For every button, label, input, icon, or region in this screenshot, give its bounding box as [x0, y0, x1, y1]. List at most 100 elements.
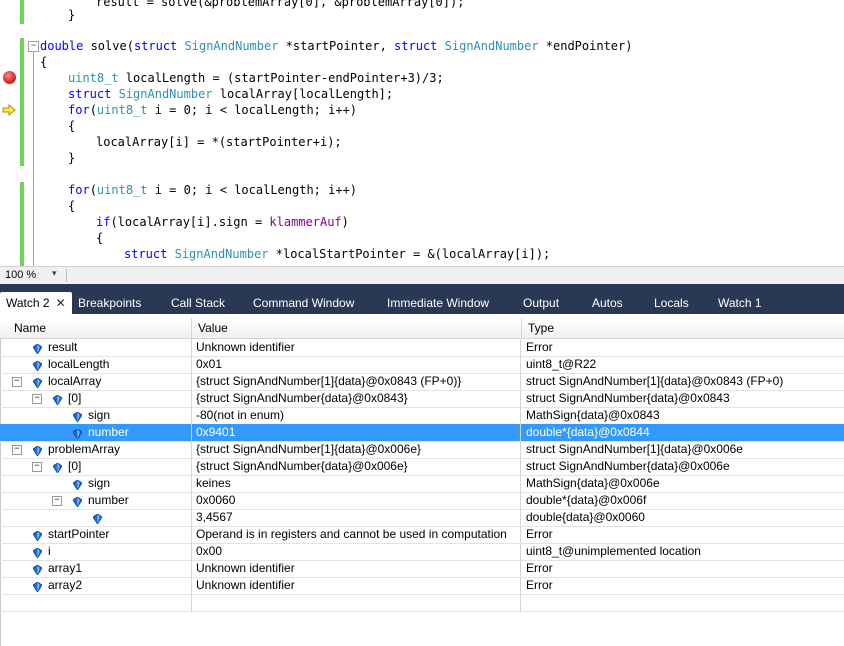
watch-name-cell[interactable]: number: [0, 424, 192, 441]
column-header-value[interactable]: Value: [192, 318, 522, 338]
tab-locals[interactable]: Locals: [648, 292, 695, 314]
watch-row[interactable]: 3,4567 double{data}@0x0060: [0, 509, 844, 527]
code-token: {: [68, 119, 76, 133]
watch-row[interactable]: sign keines MathSign{data}@0x006e: [0, 475, 844, 493]
watch-value-cell[interactable]: Unknown identifier: [192, 577, 521, 594]
watch-name-cell[interactable]: sign: [0, 407, 192, 424]
watch-name-cell[interactable]: − localArray: [0, 373, 192, 390]
variable-icon: [32, 444, 43, 457]
collapse-icon[interactable]: −: [12, 377, 22, 387]
watch-value-cell[interactable]: 3,4567: [192, 509, 521, 526]
variable-name: array1: [48, 561, 83, 575]
code-line[interactable]: double solve(struct SignAndNumber *start…: [40, 38, 632, 54]
watch-value-cell[interactable]: [192, 594, 521, 611]
code-line[interactable]: localArray[i] = *(startPointer+i);: [96, 134, 342, 150]
watch-name-cell[interactable]: result: [0, 339, 192, 356]
watch-name-cell[interactable]: − number: [0, 492, 192, 509]
variable-icon: [72, 427, 83, 440]
watch-row[interactable]: localLength 0x01 uint8_t@R22: [0, 356, 844, 374]
collapse-outline-icon[interactable]: −: [28, 41, 39, 52]
watch-row[interactable]: − problemArray {struct SignAndNumber[1]{da…: [0, 441, 844, 459]
watch-value-cell[interactable]: {struct SignAndNumber[1]{data}@0x006e}: [192, 441, 521, 458]
watch-name-cell[interactable]: − problemArray: [0, 441, 192, 458]
watch-row[interactable]: startPointer Operand is in registers and …: [0, 526, 844, 544]
watch-value-cell[interactable]: {struct SignAndNumber{data}@0x0843}: [192, 390, 521, 407]
code-line[interactable]: {: [68, 118, 75, 134]
watch-value-cell[interactable]: -80(not in enum): [192, 407, 521, 424]
tab-call-stack[interactable]: Call Stack: [165, 292, 231, 314]
code-line[interactable]: struct SignAndNumber *localStartPointer …: [124, 246, 550, 262]
collapse-icon[interactable]: −: [32, 394, 42, 404]
watch-name-cell[interactable]: [0, 594, 192, 611]
code-line[interactable]: struct SignAndNumber localArray[localLen…: [68, 86, 393, 102]
code-line[interactable]: uint8_t localLength = (startPointer-endP…: [68, 70, 444, 86]
watch-row[interactable]: array1 Unknown identifier Error: [0, 560, 844, 578]
watch-name-cell[interactable]: array1: [0, 560, 192, 577]
watch-row[interactable]: result Unknown identifier Error: [0, 339, 844, 357]
watch-name-cell[interactable]: − [0]: [0, 458, 192, 475]
watch-row[interactable]: − [0] {struct SignAndNumber{data}@0x006e} s…: [0, 458, 844, 476]
code-line[interactable]: {: [40, 54, 47, 70]
watch-row[interactable]: − number 0x0060 double*{data}@0x006f: [0, 492, 844, 510]
breakpoint-icon[interactable]: [3, 71, 16, 84]
watch-row[interactable]: i 0x00 uint8_t@unimplemented location: [0, 543, 844, 561]
watch-value-cell[interactable]: Unknown identifier: [192, 339, 521, 356]
code-line[interactable]: for(uint8_t i = 0; i < localLength; i++): [68, 182, 357, 198]
tab-output[interactable]: Output: [517, 292, 565, 314]
code-line[interactable]: if(localArray[i].sign = klammerAuf): [96, 214, 349, 230]
code-line[interactable]: {: [68, 198, 75, 214]
watch-name-cell[interactable]: i: [0, 543, 192, 560]
tab-watch-1[interactable]: Watch 1: [712, 292, 768, 314]
tab-command-window[interactable]: Command Window: [247, 292, 360, 314]
watch-row[interactable]: − [0] {struct SignAndNumber{data}@0x0843} s…: [0, 390, 844, 408]
watch-name-cell[interactable]: sign: [0, 475, 192, 492]
code-editor[interactable]: − result = solve(&problemArray[0], &prob…: [0, 0, 844, 266]
watch-value-cell[interactable]: {struct SignAndNumber[1]{data}@0x0843 (F…: [192, 373, 521, 390]
watch-row[interactable]: array2 Unknown identifier Error: [0, 577, 844, 595]
code-line[interactable]: {: [96, 230, 103, 246]
watch-value-cell[interactable]: 0x00: [192, 543, 521, 560]
watch-name-cell[interactable]: array2: [0, 577, 192, 594]
editor-gutter[interactable]: [0, 0, 20, 266]
watch-name-cell[interactable]: − [0]: [0, 390, 192, 407]
code-line[interactable]: for(uint8_t i = 0; i < localLength; i++): [68, 102, 357, 118]
tab-watch-2[interactable]: Watch 2 ✕: [0, 292, 72, 314]
watch-name-cell[interactable]: localLength: [0, 356, 192, 373]
watch-row[interactable]: number 0x9401 double*{data}@0x0844: [0, 424, 844, 442]
code-line[interactable]: result = solve(&problemArray[0], &proble…: [96, 0, 464, 10]
collapse-icon[interactable]: −: [32, 462, 42, 472]
variable-name: [0]: [68, 391, 82, 405]
watch-name-cell[interactable]: [0, 509, 192, 526]
close-tab-icon[interactable]: ✕: [56, 292, 66, 314]
watch-row[interactable]: sign -80(not in enum) MathSign{data}@0x084…: [0, 407, 844, 425]
code-token: struct: [394, 39, 438, 53]
variable-name: localLength: [48, 357, 110, 371]
watch-row[interactable]: [0, 594, 844, 612]
watch-grid[interactable]: Name Value Type result Unknown identifier…: [0, 314, 844, 646]
code-line[interactable]: }: [68, 150, 75, 166]
tab-immediate-window[interactable]: Immediate Window: [381, 292, 495, 314]
watch-value-cell[interactable]: Operand is in registers and cannot be us…: [192, 526, 521, 543]
watch-value-cell[interactable]: 0x0060: [192, 492, 521, 509]
tab-breakpoints[interactable]: Breakpoints: [72, 292, 147, 314]
watch-value-cell[interactable]: 0x01: [192, 356, 521, 373]
tab-autos[interactable]: Autos: [586, 292, 629, 314]
zoom-dropdown-icon[interactable]: ▾: [52, 268, 57, 279]
collapse-icon[interactable]: −: [52, 496, 62, 506]
column-header-name[interactable]: Name: [8, 318, 192, 338]
collapse-icon[interactable]: −: [12, 445, 22, 455]
zoom-level[interactable]: 100 %: [5, 269, 36, 281]
watch-name-cell[interactable]: startPointer: [0, 526, 192, 543]
code-token: {: [96, 231, 104, 245]
code-token: localArray[localLength];: [212, 87, 394, 101]
watch-value-cell[interactable]: Unknown identifier: [192, 560, 521, 577]
watch-value-cell[interactable]: 0x9401: [192, 424, 521, 441]
editor-status-bar: 100 % ▾: [0, 266, 844, 284]
watch-value-cell[interactable]: {struct SignAndNumber{data}@0x006e}: [192, 458, 521, 475]
code-line[interactable]: }: [68, 7, 75, 23]
code-token: *endPointer): [538, 39, 633, 53]
column-header-type[interactable]: Type: [522, 318, 844, 338]
watch-value-cell[interactable]: keines: [192, 475, 521, 492]
watch-row[interactable]: − localArray {struct SignAndNumber[1]{data…: [0, 373, 844, 391]
